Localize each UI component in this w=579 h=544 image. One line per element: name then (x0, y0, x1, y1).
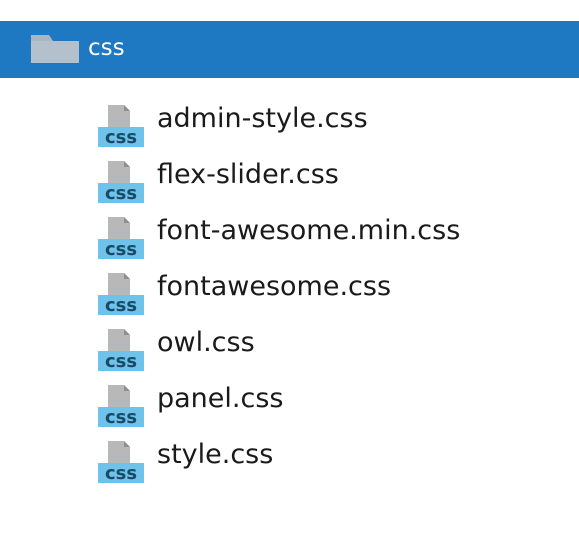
css-badge-text: css (105, 351, 137, 371)
file-row[interactable]: css style.css (0, 429, 579, 485)
css-file-icon: css (98, 329, 144, 371)
css-file-icon: css (98, 217, 144, 259)
folder-label: css (88, 35, 125, 61)
css-file-icon: css (98, 441, 144, 483)
file-label: style.css (157, 439, 274, 470)
css-badge-text: css (105, 463, 137, 483)
file-label: flex-slider.css (157, 159, 339, 190)
file-row[interactable]: css admin-style.css (0, 93, 579, 149)
css-badge-text: css (105, 127, 137, 147)
folder-icon (31, 35, 79, 63)
file-label: fontawesome.css (157, 271, 392, 302)
css-file-icon: css (98, 273, 144, 315)
css-badge-text: css (105, 183, 137, 203)
css-file-icon: css (98, 105, 144, 147)
file-tree: css css admin-style.css css flex-slider.css… (0, 0, 579, 544)
css-file-icon: css (98, 161, 144, 203)
css-file-icon: css (98, 385, 144, 427)
css-badge-text: css (105, 295, 137, 315)
file-row[interactable]: css owl.css (0, 317, 579, 373)
file-row[interactable]: css fontawesome.css (0, 261, 579, 317)
file-label: font-awesome.min.css (157, 215, 461, 246)
file-row[interactable]: css font-awesome.min.css (0, 205, 579, 261)
folder-row-css[interactable]: css (0, 21, 579, 78)
file-row[interactable]: css panel.css (0, 373, 579, 429)
css-badge-text: css (105, 239, 137, 259)
file-row[interactable]: css flex-slider.css (0, 149, 579, 205)
file-label: owl.css (157, 327, 255, 358)
file-label: panel.css (157, 383, 284, 414)
css-badge-text: css (105, 407, 137, 427)
file-label: admin-style.css (157, 103, 368, 134)
